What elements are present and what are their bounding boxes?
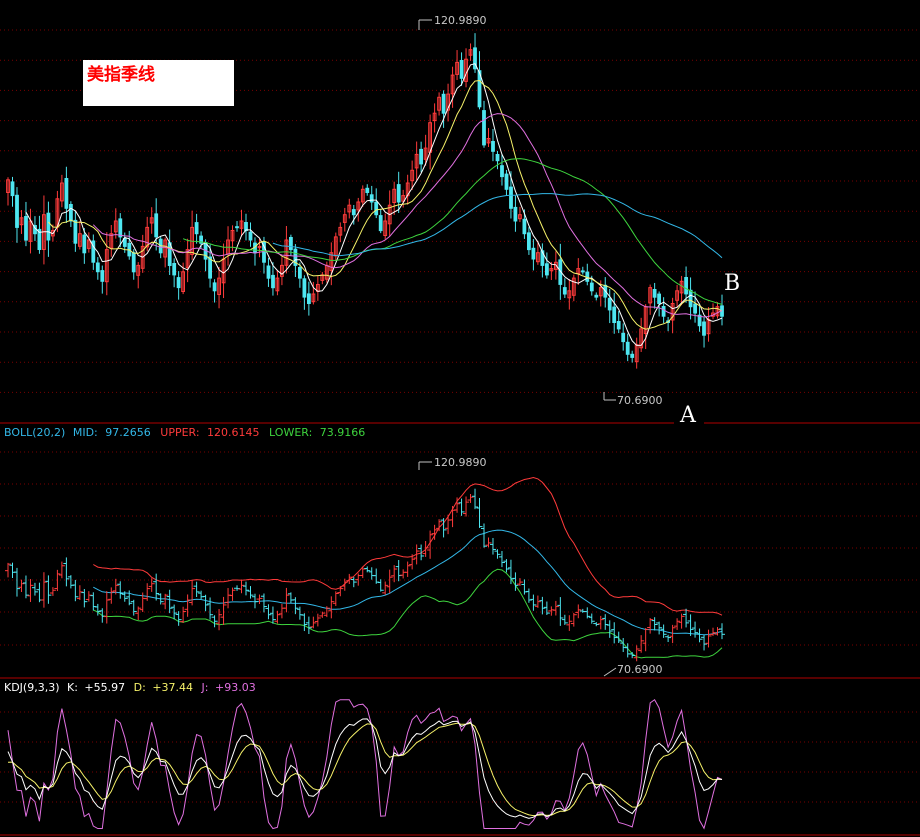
candle-down: [616, 321, 621, 330]
candle-down: [289, 237, 293, 251]
candle-down: [131, 252, 136, 273]
candle-down: [365, 187, 370, 194]
boll-mid-value: 97.2656: [105, 426, 151, 439]
kdj-j-value: +93.03: [215, 681, 256, 694]
candle-down: [509, 186, 513, 209]
boll-mid-label: MID:: [73, 426, 98, 439]
candle-down: [298, 267, 302, 279]
boll-indicator-name: BOLL(20,2): [4, 426, 65, 439]
candle-down: [630, 353, 635, 358]
candle-down: [513, 206, 518, 222]
candle-down: [24, 216, 28, 241]
candle-down: [589, 282, 594, 292]
candle-down: [531, 247, 536, 260]
annotation-b: B: [724, 271, 740, 296]
candle-down: [118, 218, 123, 238]
candle-down: [495, 154, 500, 162]
kdj-d-label: D:: [134, 681, 146, 694]
candle-down: [607, 297, 612, 311]
kdj-j-label: J:: [201, 681, 209, 694]
candle-down: [154, 213, 159, 238]
candle-down: [10, 181, 15, 197]
candle-down: [652, 289, 657, 298]
candle-down: [302, 278, 307, 298]
candle-down: [688, 289, 693, 308]
boll-high-label: 120.9890: [434, 456, 487, 469]
boll-header: BOLL(20,2) MID: 97.2656 UPPER: 120.6145 …: [4, 426, 365, 439]
kdj-header: KDJ(9,3,3) K: +55.97 D: +37.44 J: +93.03: [4, 681, 256, 694]
kdj-k-label: K:: [67, 681, 78, 694]
candle-down: [212, 282, 217, 292]
boll-upper-value: 120.6145: [207, 426, 260, 439]
candle-down: [176, 277, 181, 289]
candle-down: [500, 165, 504, 178]
price-high-label: 120.9890: [434, 14, 487, 27]
candle-down: [594, 294, 599, 298]
candle-down: [527, 232, 531, 251]
candle-down: [621, 332, 626, 343]
kdj-d-line: [7, 722, 722, 817]
kdj-indicator-name: KDJ(9,3,3): [4, 681, 60, 694]
candle-down: [100, 270, 105, 282]
chart-title: 美指季线: [87, 64, 155, 85]
candle-down: [307, 293, 311, 304]
candle-down: [580, 270, 585, 273]
candle-down: [396, 184, 401, 203]
boll-mid-line: [93, 529, 723, 636]
boll-low-label: 70.6900: [617, 663, 663, 676]
price-low-marker: [603, 392, 616, 401]
boll-lower-value: 73.9166: [320, 426, 366, 439]
candle-down: [693, 303, 698, 314]
candle-down: [378, 215, 383, 232]
panel-borders: [0, 422, 920, 836]
candle-down: [266, 265, 271, 279]
kdj-k-value: +55.97: [84, 681, 125, 694]
candle-down: [172, 263, 177, 276]
candle-down: [64, 178, 69, 209]
candle-down: [194, 222, 199, 235]
ma20-line: [92, 113, 723, 318]
chart-canvas: 美指季线 120.9890 70.6900 B A BOLL(20,2) MID…: [0, 14, 920, 836]
candle-down: [235, 226, 239, 229]
candle-down: [661, 306, 666, 317]
ma10-line: [48, 79, 723, 330]
candle-down: [369, 194, 374, 203]
candle-down: [69, 204, 73, 222]
candle-down: [684, 277, 689, 295]
candle-down: [46, 212, 51, 241]
candle-down: [351, 209, 356, 216]
kdj-k-line: [7, 718, 723, 819]
kdj-lines: [7, 698, 723, 830]
annotation-a: A: [679, 403, 697, 428]
candle-down: [545, 263, 549, 276]
candle-down: [702, 321, 706, 336]
candle-down: [271, 274, 275, 289]
kdj-d-value: +37.44: [152, 681, 193, 694]
boll-low-marker: [603, 667, 617, 677]
candle-down: [459, 60, 464, 79]
candle-down: [374, 201, 379, 216]
boll-upper-label: UPPER:: [160, 426, 199, 439]
candle-down: [491, 141, 495, 152]
boll-lower-label: LOWER:: [269, 426, 312, 439]
candle-down: [522, 218, 527, 235]
ma40-line: [182, 158, 723, 305]
candle-down: [612, 306, 617, 324]
candle-down: [248, 231, 253, 241]
candle-down: [82, 234, 87, 254]
candle-down: [419, 148, 424, 165]
candle-down: [95, 262, 100, 273]
candle-down: [15, 194, 19, 228]
candle-down: [504, 173, 509, 190]
candle-down: [441, 93, 446, 114]
price-low-label: 70.6900: [617, 394, 663, 407]
candle-down: [244, 222, 248, 231]
boll-high-marker: [418, 461, 432, 470]
candle-down: [482, 110, 486, 146]
candle-down: [625, 341, 630, 355]
candle-down: [73, 219, 78, 244]
price-high-marker: [418, 19, 432, 30]
candle-down: [562, 287, 567, 295]
candle-down: [657, 293, 662, 305]
